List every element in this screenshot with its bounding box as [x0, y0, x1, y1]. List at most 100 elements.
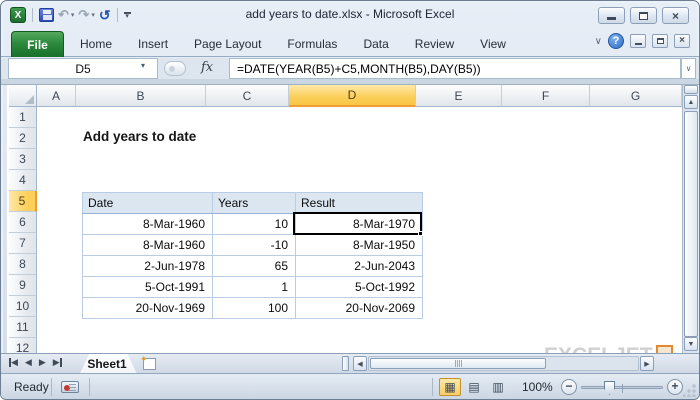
column-header-e[interactable]: E: [416, 85, 502, 107]
table-header-date[interactable]: Date: [83, 193, 213, 214]
cell-c8[interactable]: 1: [213, 277, 296, 298]
tab-view[interactable]: View: [467, 31, 519, 57]
tab-data[interactable]: Data: [350, 31, 401, 57]
row-header-2[interactable]: 2: [9, 128, 37, 149]
cells-area[interactable]: Add years to date Date Years Result 8-Ma…: [37, 107, 682, 353]
cell-b9[interactable]: 20-Nov-1969: [83, 298, 213, 319]
scroll-right-icon[interactable]: ▶: [640, 356, 654, 371]
row-header-11[interactable]: 11: [9, 317, 37, 338]
selected-cell-outline[interactable]: [293, 212, 422, 235]
scroll-down-icon[interactable]: ▼: [684, 337, 698, 351]
workbook-restore-button[interactable]: [652, 34, 668, 48]
title-bar: X ↶ ▾ ↷ ▾ ↺ ▾ add years to date.xlsx - M…: [1, 1, 699, 28]
horizontal-scroll-thumb[interactable]: [370, 358, 546, 369]
scroll-up-icon[interactable]: ▲: [684, 95, 698, 109]
column-header-b[interactable]: B: [76, 85, 206, 107]
row-header-6[interactable]: 6: [9, 212, 37, 233]
first-sheet-icon[interactable]: ◀: [9, 357, 18, 368]
column-header-d[interactable]: D: [289, 85, 416, 107]
vertical-scrollbar[interactable]: ▲ ▼: [682, 85, 698, 353]
table-row: 2-Jun-1978 65 2-Jun-2043: [83, 256, 423, 277]
sheet-tab-bar: ◀ ◀ ▶ ▶ Sheet1 ✦ ◀ ▶: [1, 353, 699, 373]
status-mode: Ready: [14, 380, 49, 394]
tab-insert[interactable]: Insert: [125, 31, 181, 57]
name-box[interactable]: D5: [8, 58, 158, 79]
cell-d7[interactable]: 2-Jun-2043: [296, 256, 423, 277]
row-header-12[interactable]: 12: [9, 338, 37, 353]
table-header-result[interactable]: Result: [296, 193, 423, 214]
workbook-minimize-button[interactable]: [630, 34, 646, 48]
expand-ribbon-icon[interactable]: ∨: [595, 36, 602, 47]
table-header-row: Date Years Result: [83, 193, 423, 214]
sheet-nav-buttons: ◀ ◀ ▶ ▶: [9, 357, 62, 368]
minimize-button[interactable]: [598, 7, 625, 24]
row-header-10[interactable]: 10: [9, 296, 37, 317]
row-header-7[interactable]: 7: [9, 233, 37, 254]
cell-c7[interactable]: 65: [213, 256, 296, 277]
cell-b8[interactable]: 5-Oct-1991: [83, 277, 213, 298]
cell-c5[interactable]: 10: [213, 214, 296, 235]
column-header-a[interactable]: A: [37, 85, 76, 107]
sheet-tab-sheet1[interactable]: Sheet1: [75, 354, 139, 373]
window-title: add years to date.xlsx - Microsoft Excel: [1, 7, 699, 21]
column-header-c[interactable]: C: [206, 85, 289, 107]
cell-d6[interactable]: 8-Mar-1950: [296, 235, 423, 256]
row-header-3[interactable]: 3: [9, 149, 37, 170]
tab-page-layout[interactable]: Page Layout: [181, 31, 274, 57]
zoom-level[interactable]: 100%: [522, 380, 553, 394]
formula-bar: D5 ▾ fx =DATE(YEAR(B5)+C5,MONTH(B5),DAY(…: [1, 58, 699, 79]
row-header-1[interactable]: 1: [9, 107, 37, 128]
zoom-slider-thumb[interactable]: [604, 381, 615, 395]
cell-b7[interactable]: 2-Jun-1978: [83, 256, 213, 277]
cell-b5[interactable]: 8-Mar-1960: [83, 214, 213, 235]
tab-scrollbar-split-handle[interactable]: [342, 356, 349, 371]
zoom-slider[interactable]: [581, 386, 663, 389]
divider: [51, 378, 52, 396]
tab-file[interactable]: File: [11, 31, 64, 57]
column-header-g[interactable]: G: [590, 85, 682, 107]
horizontal-scrollbar[interactable]: [368, 356, 639, 371]
formula-input[interactable]: =DATE(YEAR(B5)+C5,MONTH(B5),DAY(B5)): [229, 58, 681, 79]
cell-d8[interactable]: 5-Oct-1992: [296, 277, 423, 298]
zoom-out-button[interactable]: −: [561, 379, 577, 395]
fill-handle[interactable]: [418, 231, 423, 236]
table-header-years[interactable]: Years: [213, 193, 296, 214]
row-header-9[interactable]: 9: [9, 275, 37, 296]
next-sheet-icon[interactable]: ▶: [39, 357, 46, 368]
help-icon[interactable]: ?: [608, 33, 624, 49]
excel-window: X ↶ ▾ ↷ ▾ ↺ ▾ add years to date.xlsx - M…: [0, 0, 700, 400]
expand-formula-bar-icon[interactable]: ∨: [681, 58, 696, 79]
window-controls: ×: [598, 7, 689, 24]
row-header-5[interactable]: 5: [9, 191, 37, 212]
column-header-f[interactable]: F: [502, 85, 590, 107]
scroll-left-icon[interactable]: ◀: [353, 356, 367, 371]
previous-sheet-icon[interactable]: ◀: [25, 357, 32, 368]
tab-formulas[interactable]: Formulas: [274, 31, 350, 57]
last-sheet-icon[interactable]: ▶: [53, 357, 62, 368]
row-header-4[interactable]: 4: [9, 170, 37, 191]
tab-review[interactable]: Review: [402, 31, 467, 57]
workbook-close-button[interactable]: ×: [674, 34, 690, 48]
minimize-icon: [607, 17, 616, 20]
vertical-scroll-thumb[interactable]: [684, 111, 698, 337]
divider: [89, 378, 90, 396]
resize-grip[interactable]: [683, 384, 696, 397]
cell-c6[interactable]: -10: [213, 235, 296, 256]
insert-function-icon[interactable]: fx: [201, 60, 213, 75]
restore-button[interactable]: [630, 7, 657, 24]
insert-worksheet-icon[interactable]: ✦: [143, 358, 156, 370]
page-break-view-button[interactable]: ▥: [487, 378, 509, 396]
cell-c9[interactable]: 100: [213, 298, 296, 319]
name-box-dropdown-icon[interactable]: ▾: [141, 61, 145, 70]
page-layout-view-button[interactable]: ▤: [463, 378, 485, 396]
cell-d9[interactable]: 20-Nov-2069: [296, 298, 423, 319]
macro-record-icon[interactable]: [61, 381, 79, 393]
cell-b6[interactable]: 8-Mar-1960: [83, 235, 213, 256]
vertical-split-handle[interactable]: [684, 85, 698, 94]
formula-bar-options-icon[interactable]: [164, 61, 186, 76]
close-button[interactable]: ×: [662, 7, 689, 24]
zoom-in-button[interactable]: +: [667, 379, 683, 395]
row-header-8[interactable]: 8: [9, 254, 37, 275]
tab-home[interactable]: Home: [67, 31, 125, 57]
normal-view-button[interactable]: ▦: [439, 378, 461, 396]
